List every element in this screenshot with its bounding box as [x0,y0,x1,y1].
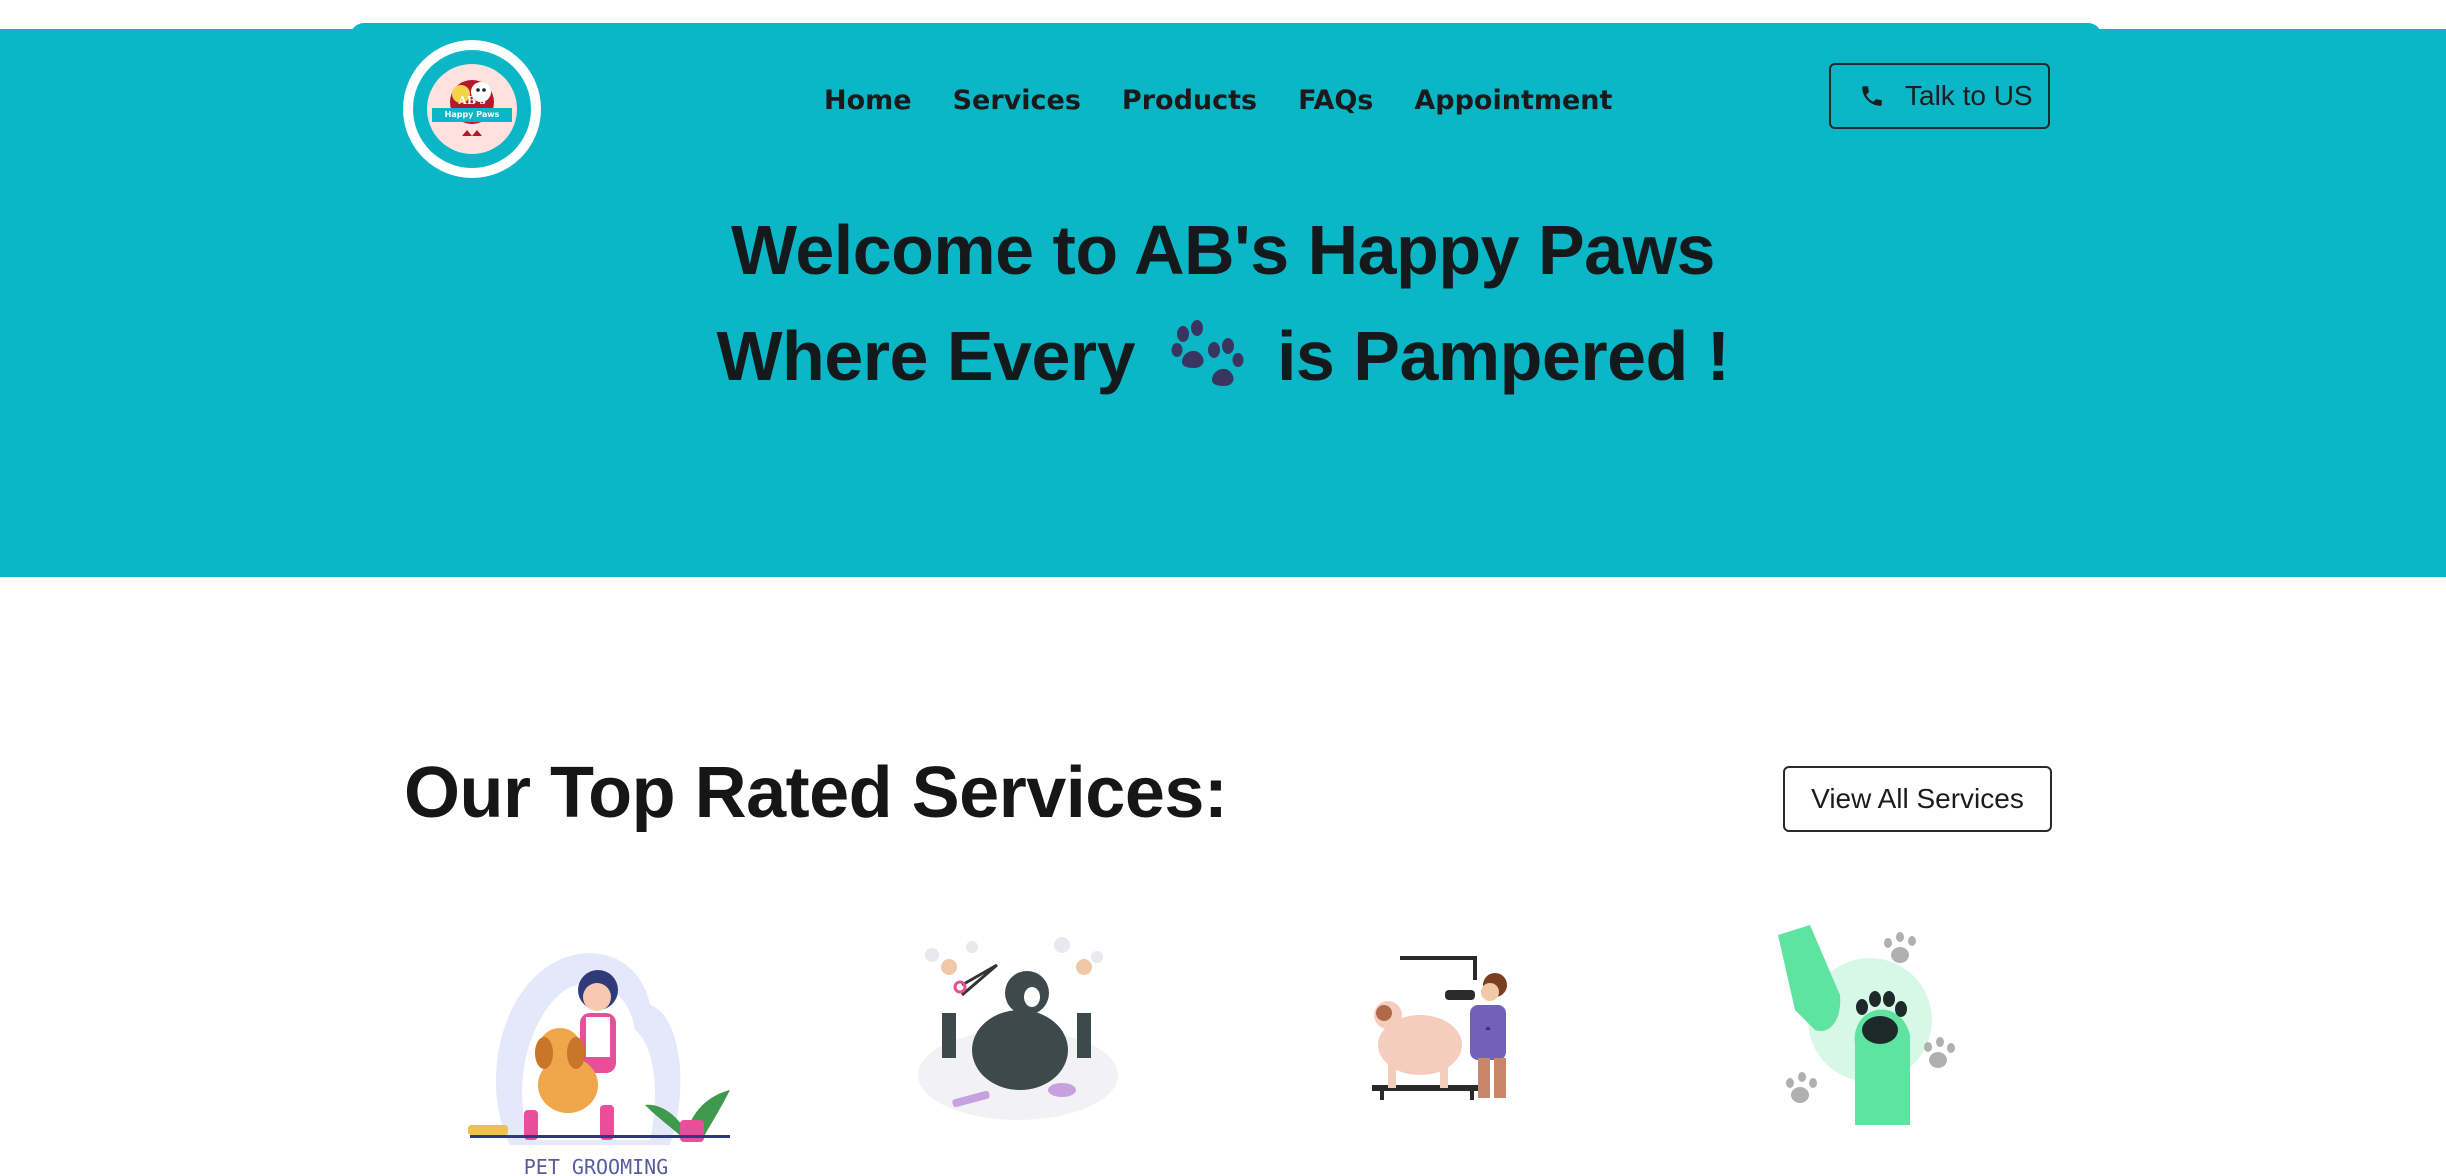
paw-print-icon [1171,320,1244,386]
hero-line2-after: is Pampered ! [1276,317,1730,395]
talk-to-us-button[interactable]: Talk to US [1829,63,2050,129]
talk-to-us-label: Talk to US [1905,80,2033,111]
hero-heading-line1: Welcome to AB's Happy Paws [731,211,1715,289]
service-card-paw-care[interactable] [1770,925,1962,1125]
hero-heading-line2: Where Every is Pampered ! [0,316,2446,396]
pet-grooming-illustration-icon [468,953,730,1145]
phone-icon [1862,86,1882,106]
paw-hands-illustration-icon [1778,925,1955,1125]
nav-item-products[interactable]: Products [1122,85,1257,116]
logo-ring: AB's Happy Paws [413,50,531,168]
service-card-pet-grooming[interactable]: PET GROOMING [440,935,752,1176]
nav-item-faqs[interactable]: FAQs [1298,85,1373,116]
hero-line2-before: Where Every [716,317,1136,395]
services-section-title: Our Top Rated Services: [404,753,1228,833]
nav-item-services[interactable]: Services [953,85,1081,116]
main-nav: Home Services Products FAQs Appointment [824,80,1653,120]
site-logo[interactable]: AB's Happy Paws [403,40,541,178]
logo-emblem: AB's Happy Paws [427,64,517,154]
dog-bathing-illustration-icon [1372,956,1507,1100]
service-caption: PET GROOMING [523,1155,669,1176]
logo-name: AB's [458,94,486,107]
logo-tagline: Happy Paws [432,108,512,122]
service-card-dog-grooming[interactable] [912,935,1124,1125]
dog-grooming-team-illustration-icon [918,937,1118,1120]
nav-item-home[interactable]: Home [824,85,912,116]
service-card-dog-bathing[interactable] [1360,950,1520,1100]
nav-item-appointment[interactable]: Appointment [1414,85,1612,116]
view-all-services-button[interactable]: View All Services [1783,766,2052,832]
